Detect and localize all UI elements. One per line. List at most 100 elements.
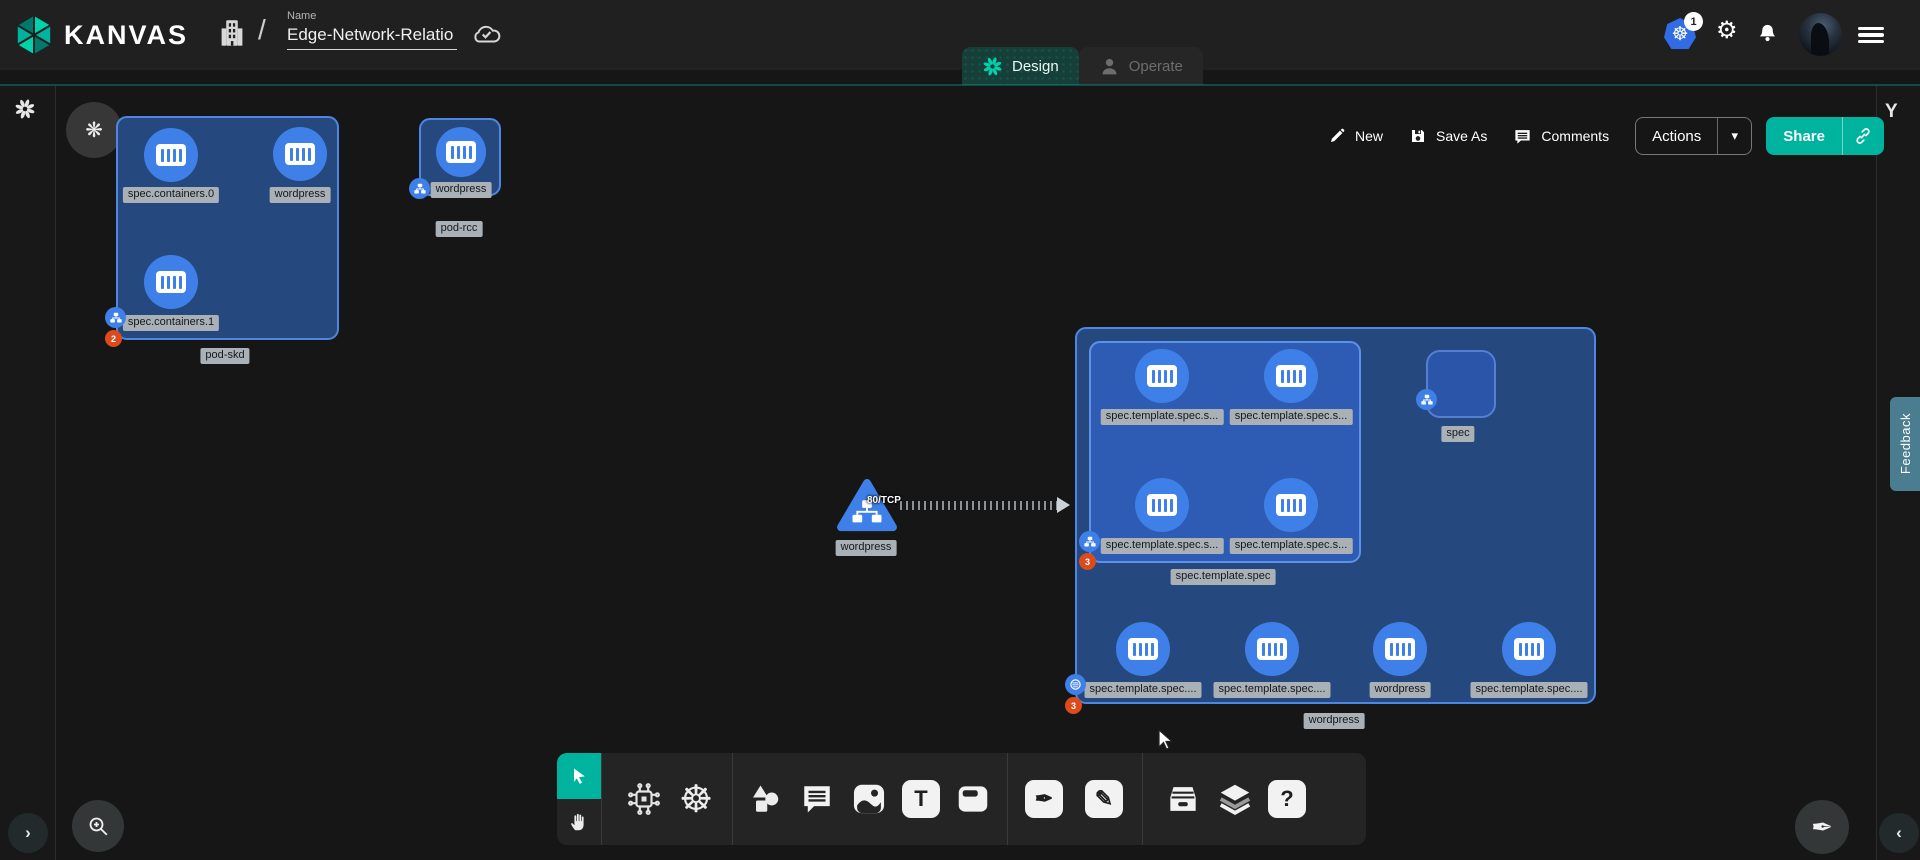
image-icon: [850, 780, 888, 818]
tab-operate[interactable]: Operate: [1079, 47, 1203, 85]
share-label[interactable]: Share: [1766, 128, 1842, 145]
save-as-label: Save As: [1436, 128, 1487, 144]
shapes-tool-button[interactable]: [739, 753, 791, 845]
kubernetes-context-badge: 1: [1684, 12, 1703, 31]
frame-icon: [954, 780, 992, 818]
actions-dropdown-caret[interactable]: ▾: [1717, 117, 1751, 155]
pen-tool-button[interactable]: ✒: [1018, 753, 1070, 845]
help-tool-button[interactable]: ?: [1261, 753, 1313, 845]
frame-tool-button[interactable]: [947, 753, 999, 845]
service-edge[interactable]: [900, 501, 1060, 510]
drawer-tool-button[interactable]: [1157, 753, 1209, 845]
error-badge[interactable]: 3: [1065, 697, 1082, 714]
kubernetes-context-button[interactable]: ☸ 1: [1664, 15, 1708, 53]
actions-split-button[interactable]: Actions ▾: [1635, 117, 1752, 155]
design-name-field[interactable]: Name Edge-Network-Relatio: [287, 10, 457, 50]
kubernetes-tool-button[interactable]: ☸: [670, 753, 722, 845]
edge-port-label: 80/TCP: [867, 495, 901, 506]
actions-label[interactable]: Actions: [1636, 128, 1717, 145]
text-tool-icon: T: [902, 780, 940, 818]
toolbar-divider: [601, 753, 602, 845]
toolbar-divider: [732, 753, 733, 845]
image-tool-button[interactable]: [843, 753, 895, 845]
node-spec-containers-0[interactable]: [144, 128, 198, 182]
new-button[interactable]: New: [1328, 127, 1383, 145]
validation-y-icon[interactable]: Y: [1885, 101, 1898, 123]
zoom-search-button[interactable]: [72, 800, 124, 852]
container-icon: [1147, 365, 1177, 387]
container-icon: [1147, 494, 1177, 516]
node-bottom-container[interactable]: [1245, 622, 1299, 676]
hierarchy-icon[interactable]: [1079, 531, 1100, 552]
group-deployment-wordpress[interactable]: spec.template.spec.s... spec.template.sp…: [1075, 327, 1596, 704]
node-template-container[interactable]: [1264, 478, 1318, 532]
share-split-button[interactable]: Share: [1766, 117, 1884, 155]
hierarchy-icon[interactable]: [1416, 389, 1437, 410]
hierarchy-icon[interactable]: [409, 178, 430, 199]
comments-button[interactable]: Comments: [1513, 127, 1609, 146]
node-label: spec.template.spec....: [1214, 682, 1331, 698]
kanvas-logo-icon: [14, 13, 54, 57]
node-wordpress-container[interactable]: [273, 127, 327, 181]
design-action-bar: New Save As Comments Actions ▾ Share: [1328, 117, 1884, 155]
node-bottom-container[interactable]: [1373, 622, 1427, 676]
kanvas-logo[interactable]: KANVAS: [14, 13, 188, 57]
organization-icon[interactable]: [218, 18, 246, 53]
pen-nib-icon: ✒: [1811, 812, 1833, 843]
notifications-bell-icon[interactable]: [1756, 21, 1779, 51]
node-spec-containers-1[interactable]: [144, 255, 198, 309]
whiteboard-pen-button[interactable]: ✒: [1795, 800, 1849, 854]
node-wordpress-container[interactable]: [436, 127, 486, 177]
select-tool-button[interactable]: [557, 753, 601, 799]
group-pod-skd[interactable]: spec.containers.0 wordpress spec.contain…: [116, 116, 339, 340]
node-template-container[interactable]: [1135, 478, 1189, 532]
save-as-button[interactable]: Save As: [1409, 127, 1487, 145]
pan-tool-button[interactable]: [557, 799, 601, 845]
node-bottom-container[interactable]: [1116, 622, 1170, 676]
node-spec[interactable]: [1426, 350, 1496, 418]
pencil-scribble-icon: ✎: [1085, 780, 1123, 818]
hierarchy-icon[interactable]: [105, 307, 126, 328]
node-template-container[interactable]: [1135, 349, 1189, 403]
design-name-value[interactable]: Edge-Network-Relatio: [287, 25, 457, 50]
node-label-spec: spec: [1441, 426, 1474, 442]
expand-left-panel-button[interactable]: ›: [8, 813, 48, 853]
freehand-tool-button[interactable]: ✎: [1078, 753, 1130, 845]
node-template-container[interactable]: [1264, 349, 1318, 403]
comment-tool-button[interactable]: [791, 753, 843, 845]
breadcrumb-separator: /: [258, 14, 266, 46]
help-icon: ?: [1268, 780, 1306, 818]
error-badge[interactable]: 2: [105, 330, 122, 347]
hamburger-menu-icon[interactable]: [1858, 27, 1884, 43]
floating-gear-node[interactable]: ❋: [66, 102, 122, 158]
group-label-spec-template-spec: spec.template.spec: [1171, 569, 1276, 585]
container-icon: [1276, 494, 1306, 516]
settings-gear-icon[interactable]: ⚙: [1716, 19, 1738, 43]
left-rail: ›: [0, 86, 56, 860]
group-spec-template-spec[interactable]: spec.template.spec.s... spec.template.sp…: [1089, 341, 1361, 563]
feedback-tab[interactable]: Feedback: [1890, 397, 1920, 491]
toolbar-divider: [1007, 753, 1008, 845]
collapse-right-panel-button[interactable]: ‹: [1879, 813, 1919, 853]
error-badge[interactable]: 3: [1079, 553, 1096, 570]
node-bottom-container[interactable]: [1502, 622, 1556, 676]
components-tool-button[interactable]: [618, 753, 670, 845]
logo-text: KANVAS: [64, 20, 188, 51]
container-icon: [156, 144, 186, 166]
cloud-saved-icon: [470, 20, 504, 51]
tab-design[interactable]: Design: [962, 47, 1079, 85]
deployment-icon[interactable]: [1065, 674, 1086, 695]
layers-tool-button[interactable]: [1209, 753, 1261, 845]
container-icon: [156, 271, 186, 293]
group-pod-rcc[interactable]: wordpress: [419, 118, 501, 196]
copy-link-button[interactable]: [1842, 117, 1884, 155]
chevron-left-icon: ‹: [1896, 823, 1902, 843]
node-label: spec.template.spec.s...: [1230, 409, 1353, 425]
node-label: spec.template.spec.s...: [1230, 538, 1353, 554]
save-floppy-icon: [1409, 127, 1427, 145]
dashboard-spiral-icon[interactable]: [14, 98, 36, 120]
node-label: spec.containers.0: [123, 187, 219, 203]
user-avatar[interactable]: [1799, 13, 1842, 56]
node-service-wordpress[interactable]: [836, 478, 898, 539]
text-tool-button[interactable]: T: [895, 753, 947, 845]
